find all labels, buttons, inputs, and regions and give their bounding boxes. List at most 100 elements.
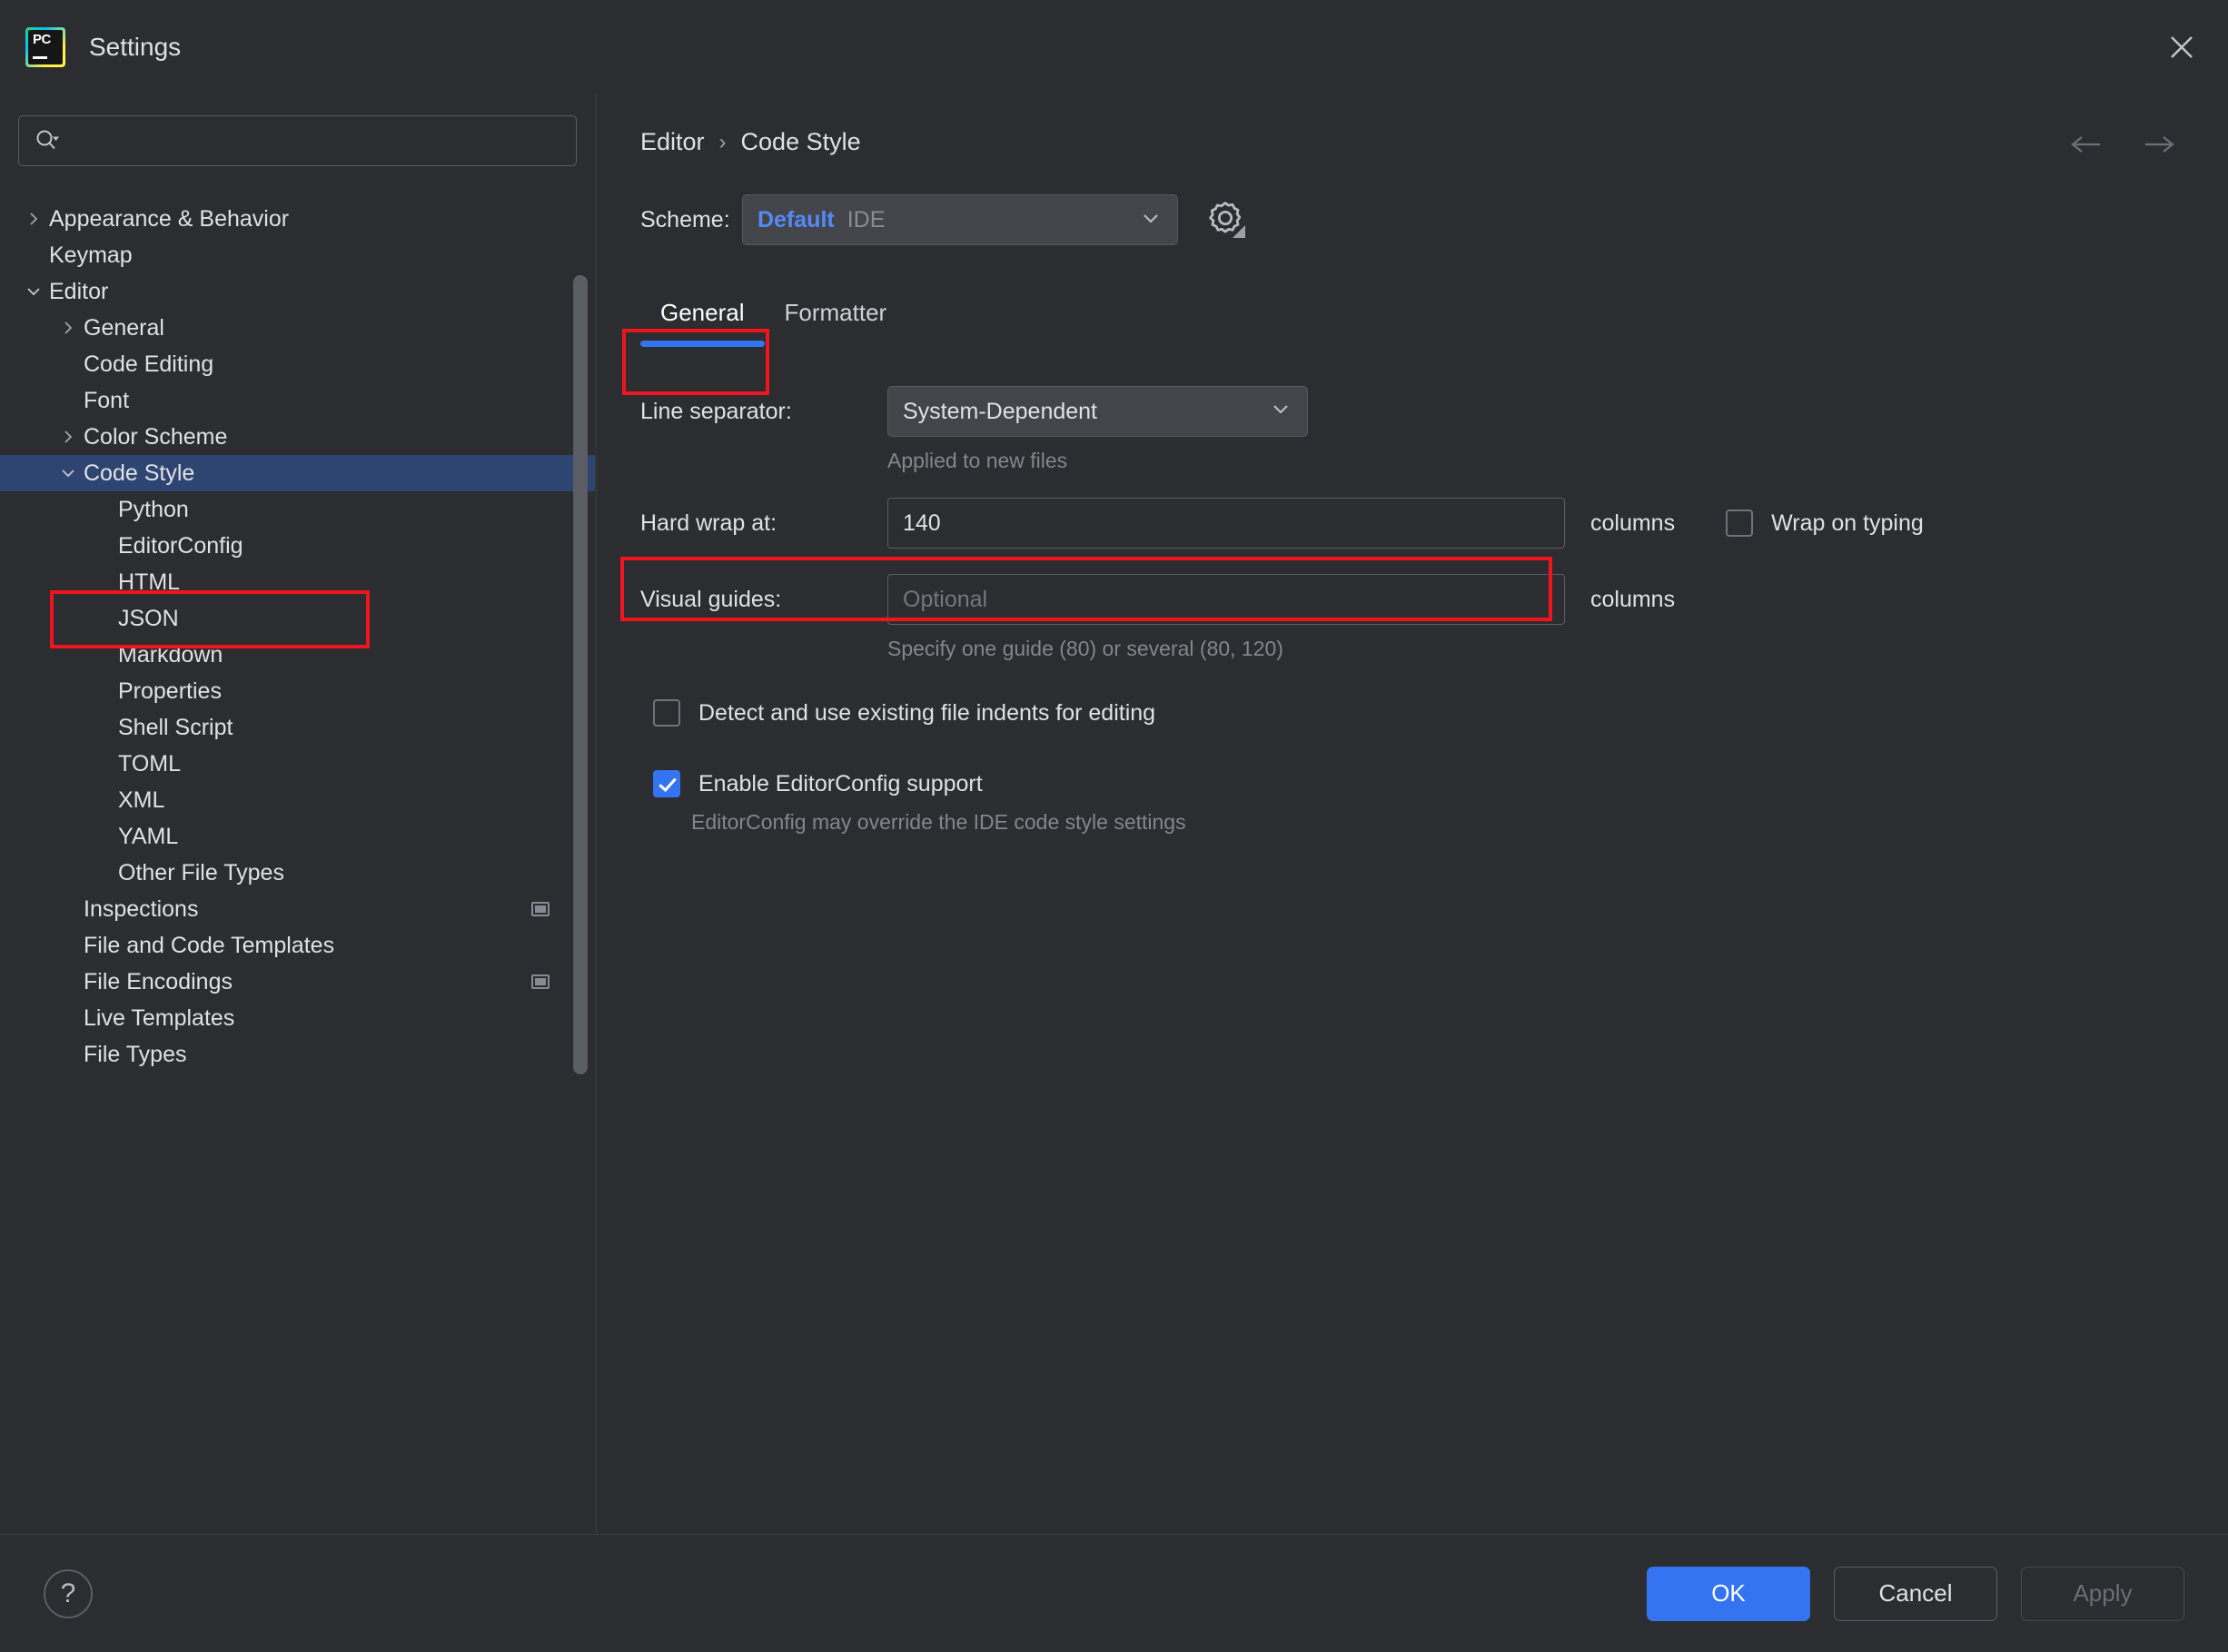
sidebar-item-label: Properties <box>118 678 559 705</box>
scheme-settings-button[interactable] <box>1203 198 1247 242</box>
breadcrumb-parent[interactable]: Editor <box>640 128 705 156</box>
editorconfig-hint: EditorConfig may override the IDE code s… <box>691 810 2228 835</box>
visual-guides-input[interactable] <box>887 574 1565 625</box>
settings-tree[interactable]: Appearance & Behavior Keymap Editor General… <box>0 201 595 1534</box>
sidebar-item-label: File Types <box>84 1042 559 1068</box>
sidebar-item-label: Color Scheme <box>84 424 559 450</box>
sidebar-item-label: Keymap <box>49 242 559 269</box>
sidebar-item-html[interactable]: HTML <box>0 564 595 600</box>
sidebar-item-yaml[interactable]: YAML <box>0 818 595 855</box>
tab-general[interactable]: General <box>640 299 765 343</box>
search-icon <box>34 127 61 154</box>
detect-indents-label: Detect and use existing file indents for… <box>698 700 1155 727</box>
search-container <box>0 94 595 179</box>
sidebar-item-label: EditorConfig <box>118 533 559 559</box>
arrow-left-icon[interactable] <box>2068 126 2104 163</box>
search-box[interactable] <box>18 115 577 166</box>
sidebar-item-other-file-types[interactable]: Other File Types <box>0 855 595 891</box>
editorconfig-checkbox-row[interactable]: Enable EditorConfig support <box>653 770 2228 797</box>
tab-formatter-label: Formatter <box>785 299 887 326</box>
sidebar-item-editor[interactable]: Editor <box>0 273 595 310</box>
window-title: Settings <box>89 33 181 62</box>
sidebar-scrollbar-thumb[interactable] <box>573 275 588 1074</box>
apply-button: Apply <box>2021 1567 2184 1621</box>
tab-formatter[interactable]: Formatter <box>765 299 907 343</box>
visual-guides-hint: Specify one guide (80) or several (80, 1… <box>887 637 2228 661</box>
settings-main-panel: Editor › Code Style Scheme: Default IDE <box>596 94 2228 1534</box>
sidebar-item-general[interactable]: General <box>0 310 595 346</box>
sidebar-item-code-editing[interactable]: Code Editing <box>0 346 595 382</box>
sidebar-item-label: File Encodings <box>84 969 531 995</box>
breadcrumb-current: Code Style <box>741 128 861 156</box>
code-style-general-form: Line separator: System-Dependent Applied… <box>640 385 2228 835</box>
dialog-body: Appearance & Behavior Keymap Editor General… <box>0 94 2228 1534</box>
arrow-right-icon[interactable] <box>2141 126 2177 163</box>
editorconfig-checkbox[interactable] <box>653 770 680 797</box>
detect-indents-checkbox-row[interactable]: Detect and use existing file indents for… <box>653 699 2228 727</box>
sidebar-item-toml[interactable]: TOML <box>0 746 595 782</box>
sidebar-scrollbar-track[interactable] <box>573 201 588 1534</box>
sidebar-item-keymap[interactable]: Keymap <box>0 237 595 273</box>
window-titlebar: PC Settings <box>0 0 2228 94</box>
sidebar-item-xml[interactable]: XML <box>0 782 595 818</box>
breadcrumb: Editor › Code Style <box>597 94 2228 156</box>
chevron-right-icon[interactable] <box>53 429 84 445</box>
tab-general-label: General <box>660 299 745 326</box>
chevron-right-icon[interactable] <box>18 211 49 227</box>
wrap-on-typing-checkbox-row[interactable]: Wrap on typing <box>1726 509 1924 537</box>
hard-wrap-input[interactable] <box>887 498 1565 549</box>
line-separator-label: Line separator: <box>640 399 887 425</box>
hard-wrap-unit-label: columns <box>1590 510 1675 537</box>
scheme-scope: IDE <box>847 207 1139 233</box>
sidebar-item-font[interactable]: Font <box>0 382 595 419</box>
tabs-divider <box>640 345 2228 347</box>
settings-sidebar: Appearance & Behavior Keymap Editor General… <box>0 94 596 1534</box>
chevron-down-icon[interactable] <box>18 283 49 300</box>
sidebar-item-label: General <box>84 315 559 341</box>
sidebar-item-editorconfig[interactable]: EditorConfig <box>0 528 595 564</box>
help-button[interactable]: ? <box>44 1569 93 1618</box>
sidebar-item-appearance-behavior[interactable]: Appearance & Behavior <box>0 201 595 237</box>
sidebar-item-label: File and Code Templates <box>84 933 559 959</box>
sidebar-item-label: Python <box>118 497 559 523</box>
sidebar-item-file-and-code-templates[interactable]: File and Code Templates <box>0 927 595 964</box>
sidebar-item-file-types[interactable]: File Types <box>0 1036 595 1073</box>
sidebar-item-color-scheme[interactable]: Color Scheme <box>0 419 595 455</box>
scheme-row: Scheme: Default IDE <box>640 194 2228 245</box>
settings-tabs: General Formatter <box>640 283 2228 343</box>
ok-button[interactable]: OK <box>1647 1567 1810 1621</box>
hard-wrap-label: Hard wrap at: <box>640 510 887 537</box>
sidebar-item-label: Code Style <box>84 460 559 487</box>
gear-dropdown-indicator-icon <box>1233 225 1245 238</box>
pycharm-icon-label: PC <box>33 33 51 46</box>
sidebar-item-file-encodings[interactable]: File Encodings <box>0 964 595 1000</box>
sidebar-item-python[interactable]: Python <box>0 491 595 528</box>
sidebar-item-live-templates[interactable]: Live Templates <box>0 1000 595 1036</box>
search-input[interactable] <box>70 128 561 153</box>
sidebar-item-markdown[interactable]: Markdown <box>0 637 595 673</box>
sidebar-item-label: YAML <box>118 824 559 850</box>
sidebar-item-label: Live Templates <box>84 1005 559 1032</box>
sidebar-item-label: TOML <box>118 751 559 777</box>
navigation-arrows <box>2068 126 2177 163</box>
sidebar-item-shell-script[interactable]: Shell Script <box>0 709 595 746</box>
chevron-right-icon[interactable] <box>53 320 84 336</box>
scheme-dropdown[interactable]: Default IDE <box>742 194 1178 245</box>
visual-guides-row: Visual guides: columns <box>640 573 2228 626</box>
breadcrumb-separator-icon: › <box>719 130 727 155</box>
chevron-down-icon[interactable] <box>53 465 84 481</box>
wrap-on-typing-checkbox[interactable] <box>1726 509 1753 537</box>
sidebar-item-inspections[interactable]: Inspections <box>0 891 595 927</box>
line-separator-hint: Applied to new files <box>887 449 2228 473</box>
cancel-button[interactable]: Cancel <box>1834 1567 1997 1621</box>
hard-wrap-row: Hard wrap at: columns Wrap on typing <box>640 497 2228 549</box>
visual-guides-unit-label: columns <box>1590 587 1675 613</box>
line-separator-dropdown[interactable]: System-Dependent <box>887 386 1308 437</box>
visual-guides-label: Visual guides: <box>640 587 887 613</box>
close-icon[interactable] <box>2161 26 2203 68</box>
sidebar-item-json[interactable]: JSON <box>0 600 595 637</box>
sidebar-item-properties[interactable]: Properties <box>0 673 595 709</box>
dialog-footer: ? OK Cancel Apply <box>0 1534 2228 1652</box>
detect-indents-checkbox[interactable] <box>653 699 680 727</box>
sidebar-item-code-style[interactable]: Code Style <box>0 455 595 491</box>
